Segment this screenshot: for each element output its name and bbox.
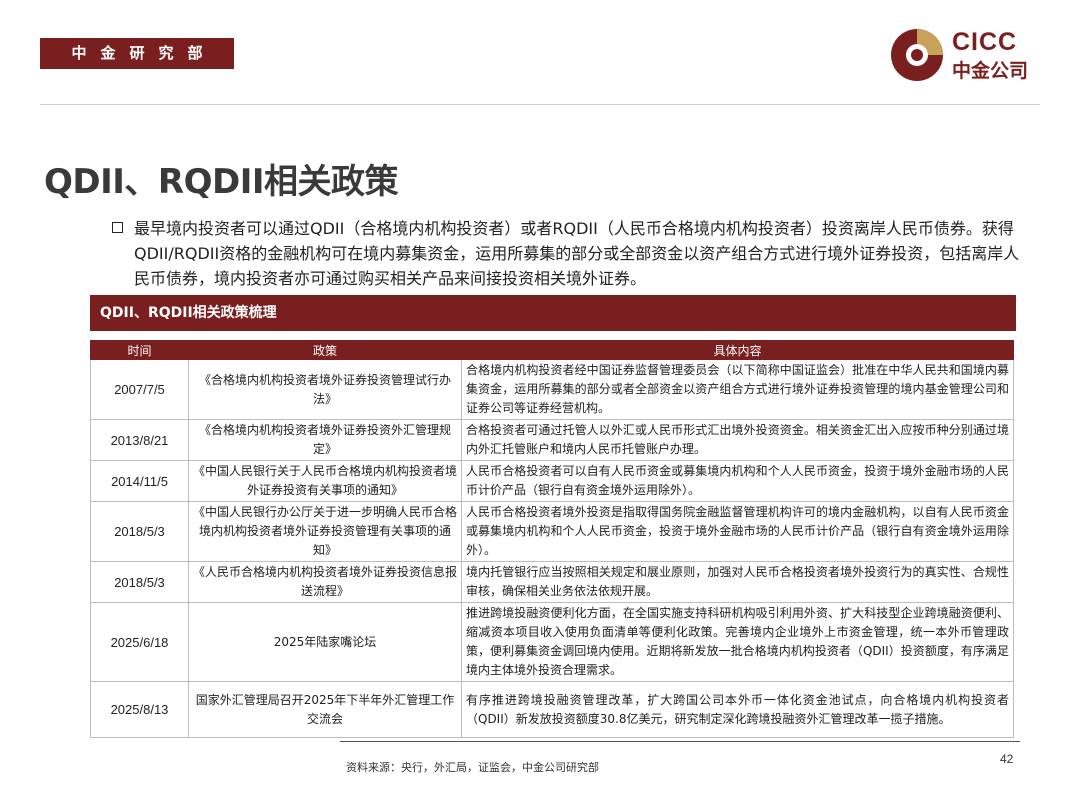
department-label: 中金研究部	[40, 38, 234, 69]
row-date: 2007/7/5	[90, 359, 189, 420]
table-row: 2025/6/18 2025年陆家嘴论坛 推进跨境投融资便利化方面，在全国实施支…	[90, 602, 1014, 682]
row-policy: 《中国人民银行办公厅关于进一步明确人民币合格境内机构投资者境外证券投资管理有关事…	[188, 501, 462, 562]
row-content: 有序推进跨境投融资管理改革，扩大跨国公司本外币一体化资金池试点，向合格境内机构投…	[461, 681, 1014, 738]
row-date: 2018/5/3	[90, 561, 189, 603]
page-title: QDII、RQDII相关政策	[44, 162, 399, 202]
row-date: 2025/6/18	[90, 602, 189, 682]
table-row: 2025/8/13 国家外汇管理局召开2025年下半年外汇管理工作交流会 有序推…	[90, 681, 1014, 738]
table-header-row: 时间 政策 具体内容	[90, 340, 1014, 360]
row-policy: 《合格境内机构投资者境外证券投资外汇管理规定》	[188, 419, 462, 461]
row-policy: 《合格境内机构投资者境外证券投资管理试行办法》	[188, 359, 462, 420]
cicc-logo-icon	[891, 29, 943, 81]
square-bullet-icon	[112, 222, 123, 233]
row-date: 2014/11/5	[90, 460, 189, 502]
footer-divider	[340, 741, 1020, 742]
column-header-content: 具体内容	[461, 340, 1014, 360]
column-header-policy: 政策	[188, 340, 462, 360]
row-policy: 《人民币合格境内机构投资者境外证券投资信息报送流程》	[188, 561, 462, 603]
table-row: 2018/5/3 《人民币合格境内机构投资者境外证券投资信息报送流程》 境内托管…	[90, 561, 1014, 603]
policy-table: 时间 政策 具体内容 2007/7/5 《合格境内机构投资者境外证券投资管理试行…	[90, 340, 1014, 738]
column-header-date: 时间	[90, 340, 189, 360]
row-content: 人民币合格投资者境外投资是指取得国务院金融监督管理机构许可的境内金融机构，以自有…	[461, 501, 1014, 562]
table-row: 2007/7/5 《合格境内机构投资者境外证券投资管理试行办法》 合格境内机构投…	[90, 359, 1014, 420]
table-row: 2014/11/5 《中国人民银行关于人民币合格境内机构投资者境外证券投资有关事…	[90, 460, 1014, 502]
intro-text: 最早境内投资者可以通过QDII（合格境内机构投资者）或者RQDII（人民币合格境…	[134, 219, 1020, 288]
row-content: 合格投资者可通过托管人以外汇或人民币形式汇出境外投资资金。相关资金汇出入应按币种…	[461, 419, 1014, 461]
row-date: 2013/8/21	[90, 419, 189, 461]
table-row: 2013/8/21 《合格境内机构投资者境外证券投资外汇管理规定》 合格投资者可…	[90, 419, 1014, 461]
row-date: 2025/8/13	[90, 681, 189, 738]
row-content: 推进跨境投融资便利化方面，在全国实施支持科研机构吸引利用外资、扩大科技型企业跨境…	[461, 602, 1014, 682]
logo-text-cn: 中金公司	[952, 60, 1029, 82]
row-policy: 《中国人民银行关于人民币合格境内机构投资者境外证券投资有关事项的通知》	[188, 460, 462, 502]
row-date: 2018/5/3	[90, 501, 189, 562]
row-policy: 2025年陆家嘴论坛	[188, 602, 462, 682]
table-row: 2018/5/3 《中国人民银行办公厅关于进一步明确人民币合格境内机构投资者境外…	[90, 501, 1014, 562]
source-note: 资料来源：央行，外汇局，证监会，中金公司研究部	[346, 761, 599, 774]
header-divider	[40, 104, 1040, 105]
row-content: 境内托管银行应当按照相关规定和展业原则，加强对人民币合格投资者境外投资行为的真实…	[461, 561, 1014, 603]
logo-text-en: CICC	[952, 28, 1018, 56]
page-number: 42	[1000, 752, 1014, 766]
row-policy: 国家外汇管理局召开2025年下半年外汇管理工作交流会	[188, 681, 462, 738]
table-title-bar: QDII、RQDII相关政策梳理	[90, 295, 1016, 331]
row-content: 人民币合格投资者可以自有人民币资金或募集境内机构和个人人民币资金，投资于境外金融…	[461, 460, 1014, 502]
intro-paragraph: 最早境内投资者可以通过QDII（合格境内机构投资者）或者RQDII（人民币合格境…	[112, 216, 1027, 291]
cicc-logo: CICC 中金公司	[888, 26, 1048, 86]
row-content: 合格境内机构投资者经中国证券监督管理委员会（以下简称中国证监会）批准在中华人民共…	[461, 359, 1014, 420]
